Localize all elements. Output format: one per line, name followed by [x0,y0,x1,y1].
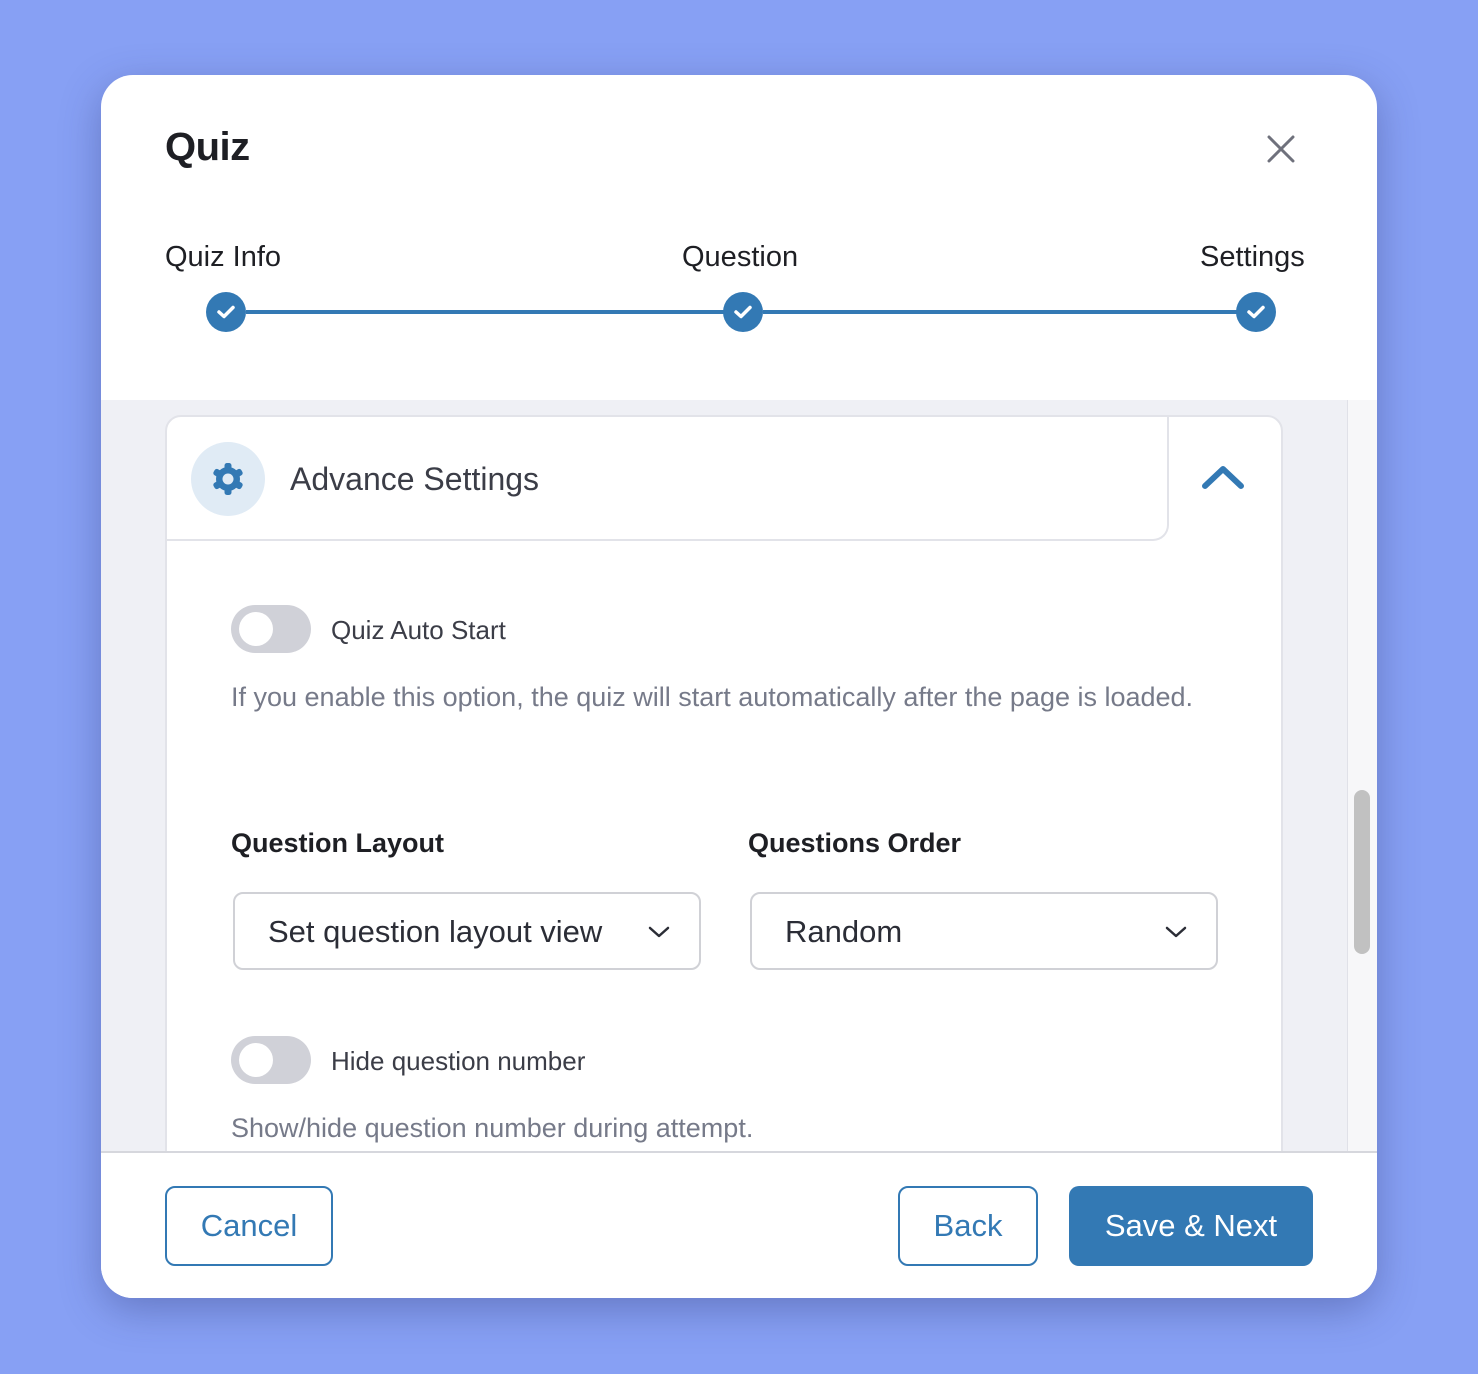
modal-header: Quiz Quiz Info Question Settings [101,75,1377,400]
collapse-button[interactable] [1197,457,1249,497]
question-layout-value: Set question layout view [268,914,603,949]
step-label-settings[interactable]: Settings [1200,241,1305,274]
questions-order-select[interactable]: Random [750,892,1218,970]
chevron-down-icon [1165,926,1187,938]
step-dot-quiz-info[interactable] [206,292,246,332]
quiz-modal: Quiz Quiz Info Question Settings Advance… [101,75,1377,1298]
step-dot-settings[interactable] [1236,292,1276,332]
modal-footer: Cancel Back Save & Next [101,1151,1377,1298]
check-icon [734,305,752,319]
hide-question-number-toggle[interactable] [231,1036,311,1084]
save-next-button[interactable]: Save & Next [1069,1186,1313,1266]
modal-body-scroll-area: Advance Settings Quiz Auto Start If you … [101,400,1377,1151]
scrollbar-track[interactable] [1347,400,1377,1151]
questions-order-value: Random [785,914,903,949]
advance-settings-header[interactable]: Advance Settings [165,415,1169,541]
step-dot-question[interactable] [723,292,763,332]
toggle-knob [239,612,273,646]
question-layout-label: Question Layout [231,828,445,858]
step-label-quiz-info[interactable]: Quiz Info [165,241,281,274]
step-connector [246,310,743,314]
hide-question-number-label: Hide question number [331,1046,586,1076]
hide-question-number-help: Show/hide question number during attempt… [231,1113,754,1143]
back-button[interactable]: Back [898,1186,1038,1266]
chevron-down-icon [648,926,670,938]
check-icon [1247,305,1265,319]
chevron-up-icon [1202,466,1244,489]
gear-icon [213,463,243,495]
step-connector [763,310,1256,314]
stepper: Quiz Info Question Settings [101,75,1377,400]
advance-settings-card: Advance Settings Quiz Auto Start If you … [165,415,1283,1151]
quiz-auto-start-label: Quiz Auto Start [331,615,506,645]
quiz-auto-start-help: If you enable this option, the quiz will… [231,682,1194,712]
questions-order-label: Questions Order [748,828,962,858]
scrollbar-thumb[interactable] [1354,790,1370,954]
toggle-knob [239,1043,273,1077]
section-title: Advance Settings [290,461,540,497]
question-layout-select[interactable]: Set question layout view [233,892,701,970]
cancel-button[interactable]: Cancel [165,1186,333,1266]
quiz-auto-start-toggle[interactable] [231,605,311,653]
gear-icon-badge [191,442,265,516]
check-icon [217,305,235,319]
step-label-question[interactable]: Question [682,241,798,274]
